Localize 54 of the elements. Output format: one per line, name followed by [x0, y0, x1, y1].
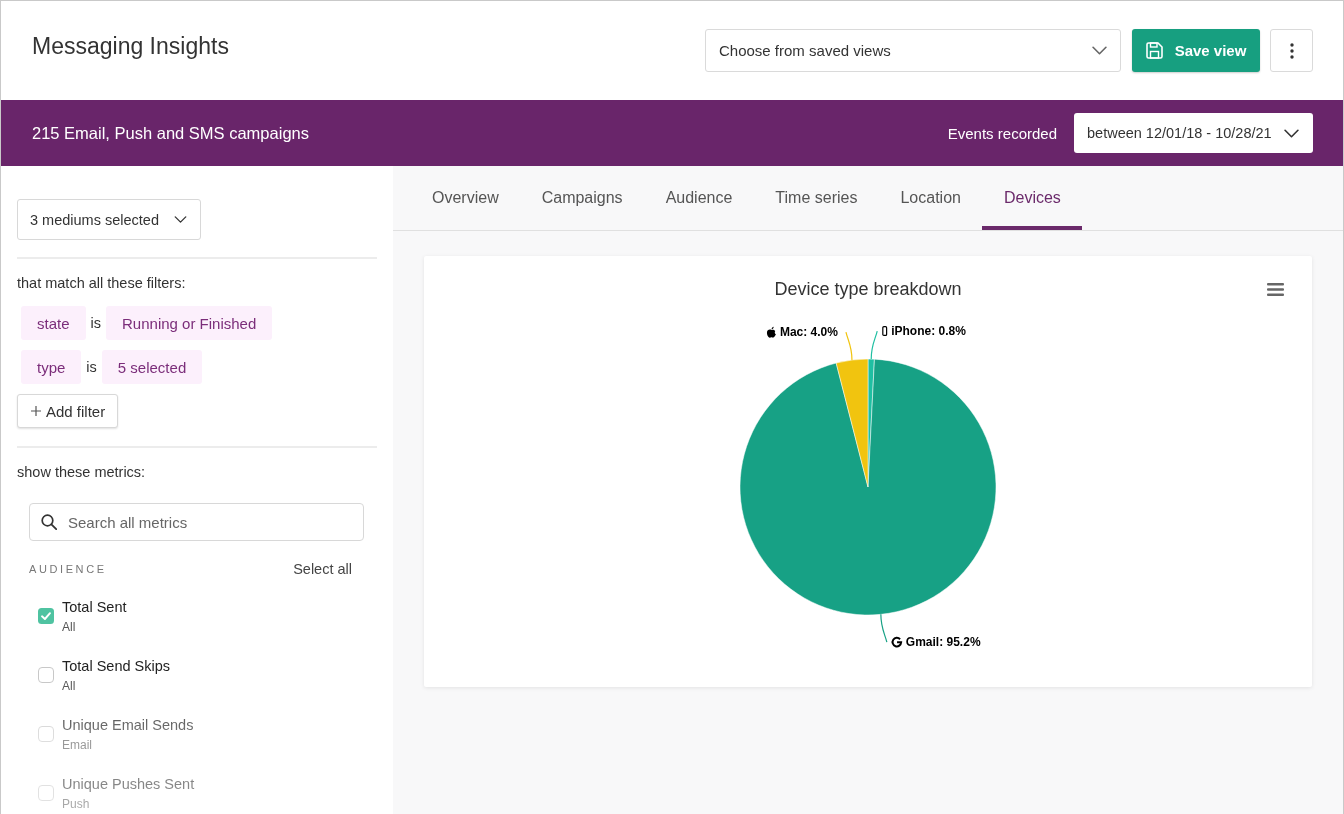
metric-scope: Push — [62, 796, 91, 812]
filter-field-chip[interactable]: type — [21, 350, 82, 384]
metric-search-field[interactable]: Search all metrics — [29, 503, 364, 541]
vertical-dots-icon — [1289, 42, 1294, 59]
connector-line — [880, 613, 888, 643]
metric-name: Unique Pushes Sent — [62, 775, 195, 793]
filter-field-chip[interactable]: state — [21, 306, 86, 340]
filter-operator: is — [86, 359, 97, 375]
checkbox[interactable] — [38, 608, 54, 624]
checkbox[interactable] — [38, 726, 54, 742]
metric-scope: All — [62, 619, 77, 635]
chevron-down-icon — [174, 216, 187, 223]
page-title: Messaging Insights — [32, 32, 230, 60]
chart-title: Device type breakdown — [774, 278, 962, 301]
metric-name: Unique Email Sends — [62, 716, 194, 734]
tab[interactable]: Campaigns — [520, 166, 645, 230]
g-logo-icon — [891, 636, 903, 648]
add-filter-button[interactable]: Add filter — [17, 394, 118, 428]
connector-line — [845, 331, 853, 361]
campaign-count-title: 215 Email, Push and SMS campaigns — [32, 123, 310, 143]
chevron-down-icon — [1284, 128, 1299, 138]
checkbox[interactable] — [38, 667, 54, 683]
metric-scope: Email — [62, 737, 93, 753]
plus-icon — [31, 406, 41, 416]
data-label: Mac: 4.0% — [779, 325, 838, 340]
menu-icon[interactable] — [1267, 282, 1284, 296]
search-icon — [41, 514, 57, 530]
data-label: iPhone: 0.8% — [891, 324, 966, 339]
more-options-button[interactable] — [1270, 29, 1313, 72]
tab[interactable]: Audience — [644, 166, 754, 230]
tab[interactable]: Time series — [753, 166, 879, 230]
date-range-dropdown[interactable]: between 12/01/18 - 10/28/21 — [1074, 113, 1313, 153]
chevron-down-icon — [1092, 46, 1107, 55]
filters-heading: that match all these filters: — [17, 274, 187, 292]
medium-select-dropdown[interactable]: 3 mediums selected — [17, 199, 201, 240]
tab[interactable]: Devices — [982, 166, 1083, 230]
filter-operator: is — [90, 315, 101, 331]
data-label: Gmail: 95.2% — [905, 635, 981, 650]
tab[interactable]: Location — [878, 166, 983, 230]
section-heading: AUDIENCE — [29, 563, 107, 575]
metrics-heading: show these metrics: — [17, 463, 147, 481]
metric-scope: All — [62, 678, 77, 694]
metric-name: Total Send Skips — [62, 657, 170, 675]
filter-value-chip[interactable]: 5 selected — [101, 350, 203, 384]
saved-views-dropdown[interactable]: Choose from saved views — [705, 29, 1121, 72]
tab[interactable]: Overview — [410, 166, 521, 230]
metric-name: Total Sent — [62, 598, 127, 616]
connector-line — [870, 330, 878, 360]
checkbox[interactable] — [38, 785, 54, 801]
select-all-link[interactable]: Select all — [293, 561, 352, 577]
phone-icon — [882, 326, 888, 337]
events-recorded-label: Events recorded — [947, 124, 1057, 142]
filter-value-chip[interactable]: Running or Finished — [106, 306, 273, 340]
apple-icon — [766, 326, 776, 338]
